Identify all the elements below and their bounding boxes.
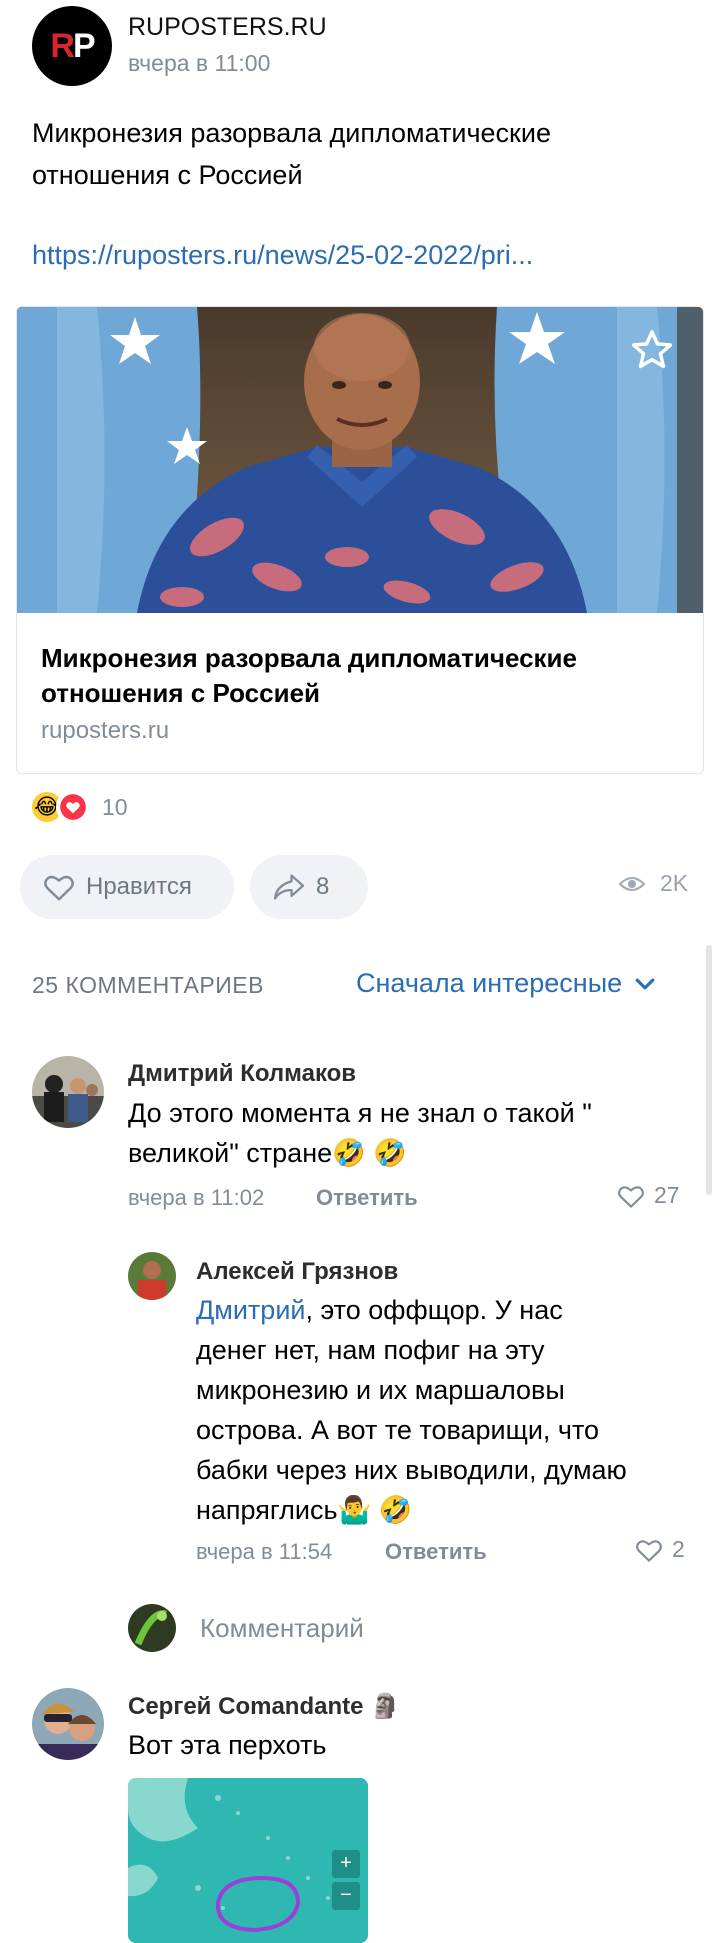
comment-author[interactable]: Алексей Грязнов bbox=[196, 1258, 398, 1286]
post-link[interactable]: https://ruposters.ru/news/25-02-2022/pri… bbox=[32, 240, 533, 271]
zoom-out-button[interactable]: − bbox=[332, 1882, 360, 1910]
avatar[interactable] bbox=[128, 1252, 176, 1300]
reply-button[interactable]: Ответить bbox=[316, 1185, 418, 1211]
comment-text: Дмитрий, это оффщор. У нас денег нет, на… bbox=[196, 1295, 627, 1525]
comment-text: Вот эта перхоть bbox=[128, 1730, 327, 1760]
comment-input[interactable]: Комментарий bbox=[200, 1613, 364, 1644]
reactions-summary[interactable]: 😂 10 bbox=[30, 790, 128, 824]
map-attachment[interactable]: + − bbox=[128, 1778, 368, 1943]
comment-like-button[interactable]: 2 bbox=[634, 1536, 685, 1563]
avatar[interactable] bbox=[32, 1056, 104, 1128]
eye-icon bbox=[618, 876, 646, 891]
article-image bbox=[17, 307, 703, 613]
bookmark-star-icon[interactable] bbox=[629, 327, 675, 373]
comment-text: До этого момента я не знал о такой " вел… bbox=[128, 1098, 592, 1168]
share-arrow-icon bbox=[273, 874, 305, 900]
comment-author[interactable]: Дмитрий Колмаков bbox=[128, 1060, 356, 1088]
heart-outline-icon bbox=[618, 1185, 644, 1208]
sort-label: Сначала интересные bbox=[356, 968, 623, 998]
share-button[interactable]: 8 bbox=[250, 855, 368, 919]
comment-author[interactable]: Сергей Comandante 🗿 bbox=[128, 1692, 400, 1721]
source-name[interactable]: RUPOSTERS.RU bbox=[128, 13, 327, 42]
scrollbar[interactable] bbox=[706, 945, 712, 1195]
avatar bbox=[128, 1604, 176, 1652]
source-logo: RP bbox=[50, 26, 95, 65]
post-text: Микронезия разорвала дипломатические отн… bbox=[32, 118, 551, 190]
zoom-in-button[interactable]: + bbox=[332, 1850, 360, 1878]
heart-outline-icon bbox=[44, 875, 74, 901]
comment-like-count: 2 bbox=[672, 1536, 685, 1562]
mention-link[interactable]: Дмитрий bbox=[196, 1295, 305, 1325]
avatar[interactable] bbox=[32, 1688, 104, 1760]
article-domain: ruposters.ru bbox=[41, 717, 170, 744]
article-card[interactable]: Микронезия разорвала дипломатические отн… bbox=[16, 306, 704, 774]
views-count: 2K bbox=[660, 870, 689, 896]
comment-time: вчера в 11:54 bbox=[196, 1539, 333, 1564]
reactions-count: 10 bbox=[102, 793, 128, 820]
heart-outline-icon bbox=[636, 1539, 662, 1562]
share-count: 8 bbox=[316, 873, 330, 900]
like-label: Нравится bbox=[86, 873, 192, 900]
like-button[interactable]: Нравится bbox=[20, 855, 234, 919]
heart-reaction-icon bbox=[56, 790, 90, 824]
chevron-down-icon bbox=[635, 978, 655, 989]
reply-button[interactable]: Ответить bbox=[385, 1539, 487, 1565]
source-avatar[interactable]: RP bbox=[32, 6, 112, 86]
post-time: вчера в 11:00 bbox=[128, 50, 271, 76]
comment-time: вчера в 11:02 bbox=[128, 1185, 265, 1210]
views-counter: 2K bbox=[618, 870, 688, 897]
comment-like-button[interactable]: 27 bbox=[616, 1182, 680, 1209]
article-title: Микронезия разорвала дипломатические отн… bbox=[41, 643, 577, 708]
comment-like-count: 27 bbox=[654, 1182, 680, 1208]
sort-dropdown[interactable]: Сначала интересные bbox=[356, 968, 658, 999]
comments-count: 25 КОММЕНТАРИЕВ bbox=[32, 972, 264, 998]
